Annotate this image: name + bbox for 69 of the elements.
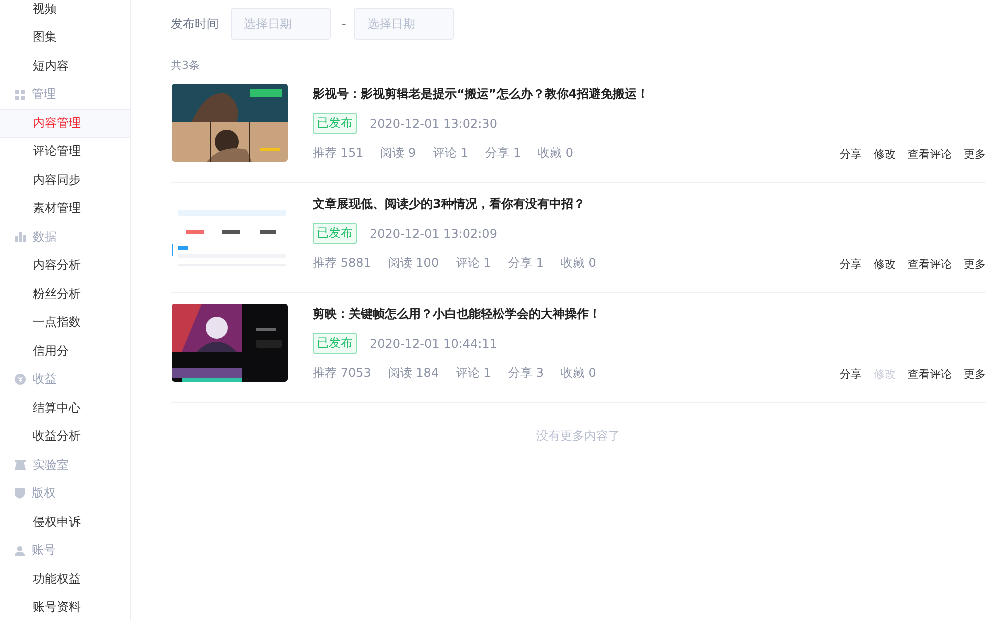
- status-tag: 已发布: [313, 113, 357, 134]
- shield-icon: [15, 488, 25, 500]
- sidebar-item[interactable]: 内容分析: [0, 252, 130, 280]
- sidebar-item[interactable]: 内容管理: [0, 109, 130, 138]
- sidebar-item[interactable]: 结算中心: [0, 394, 130, 422]
- action-link[interactable]: 分享: [840, 257, 862, 272]
- stat-text: 评论 1: [456, 365, 492, 382]
- stat-text: 收藏 0: [538, 145, 574, 162]
- sidebar-item[interactable]: 内容同步: [0, 166, 130, 194]
- sidebar-group-label: 数据: [33, 228, 57, 246]
- article-title: 影视号：影视剪辑老是提示“搬运”怎么办？教你4招避免搬运！: [313, 86, 650, 103]
- stat-text: 分享 3: [508, 365, 544, 382]
- article-title: 文章展现低、阅读少的3种情况，看你有没有中招？: [313, 196, 586, 213]
- article-title: 剪映：关键帧怎么用？小白也能轻松学会的大神操作！: [313, 306, 602, 323]
- publish-time: 2020-12-01 10:44:11: [370, 336, 498, 350]
- range-separator: -: [342, 17, 346, 31]
- sidebar-group-label: 实验室: [33, 456, 69, 474]
- result-count: 共3条: [171, 58, 201, 73]
- sidebar-group-label: 管理: [32, 86, 56, 104]
- action-link[interactable]: 更多: [964, 147, 986, 162]
- grid-icon: [15, 90, 25, 100]
- stat-text: 评论 1: [433, 145, 469, 162]
- status-tag: 已发布: [313, 223, 357, 244]
- sidebar-item[interactable]: 图集: [0, 24, 130, 52]
- stat-text: 阅读 184: [388, 365, 440, 382]
- sidebar-item[interactable]: 侵权申诉: [0, 508, 130, 536]
- sidebar-item[interactable]: 一点指数: [0, 308, 130, 337]
- sidebar-item[interactable]: 信用分: [0, 337, 130, 366]
- status-tag: 已发布: [313, 333, 357, 354]
- action-link[interactable]: 查看评论: [908, 147, 952, 162]
- action-link[interactable]: 更多: [964, 367, 986, 382]
- stat-text: 推荐 151: [313, 145, 364, 162]
- bar-chart-icon: [15, 232, 26, 242]
- sidebar-item[interactable]: 短内容: [0, 52, 130, 80]
- sidebar-item[interactable]: 视频: [0, 0, 130, 24]
- stat-text: 收藏 0: [560, 255, 596, 272]
- stat-text: 推荐 5881: [313, 255, 372, 272]
- sidebar-item[interactable]: 评论管理: [0, 138, 130, 166]
- filter-label: 发布时间: [171, 16, 219, 32]
- end-of-list-text: 没有更多内容了: [536, 428, 620, 445]
- end-date-field[interactable]: 选择日期: [354, 8, 454, 40]
- stat-text: 收藏 0: [560, 365, 596, 382]
- stat-text: 分享 1: [508, 255, 544, 272]
- stat-text: 阅读 100: [388, 255, 440, 272]
- action-link[interactable]: 查看评论: [908, 367, 952, 382]
- user-icon: [15, 546, 25, 556]
- sidebar-group-label: 收益: [33, 371, 57, 388]
- action-link[interactable]: 分享: [840, 147, 862, 162]
- action-link[interactable]: 分享: [840, 367, 862, 382]
- action-link[interactable]: 更多: [964, 257, 986, 272]
- sidebar-item[interactable]: 粉丝分析: [0, 280, 130, 308]
- sidebar-item[interactable]: 收益分析: [0, 422, 130, 451]
- flask-icon: [15, 460, 26, 470]
- action-link[interactable]: 修改: [874, 147, 896, 162]
- coin-icon: [15, 374, 26, 386]
- sidebar-group-label: 账号: [32, 542, 56, 560]
- action-link[interactable]: 查看评论: [908, 257, 952, 272]
- publish-time: 2020-12-01 13:02:09: [370, 226, 498, 240]
- sidebar-item[interactable]: 功能权益: [0, 565, 130, 594]
- stat-text: 分享 1: [486, 145, 522, 162]
- action-link[interactable]: 修改: [874, 257, 896, 272]
- start-date-field[interactable]: 选择日期: [231, 8, 331, 40]
- stat-text: 阅读 9: [380, 145, 416, 162]
- sidebar-group-label: 版权: [32, 485, 56, 502]
- sidebar-item[interactable]: 素材管理: [0, 194, 130, 223]
- sidebar-item[interactable]: 账号资料: [0, 594, 130, 621]
- stat-text: 评论 1: [456, 255, 492, 272]
- publish-time: 2020-12-01 13:02:30: [370, 116, 498, 130]
- stat-text: 推荐 7053: [313, 365, 372, 382]
